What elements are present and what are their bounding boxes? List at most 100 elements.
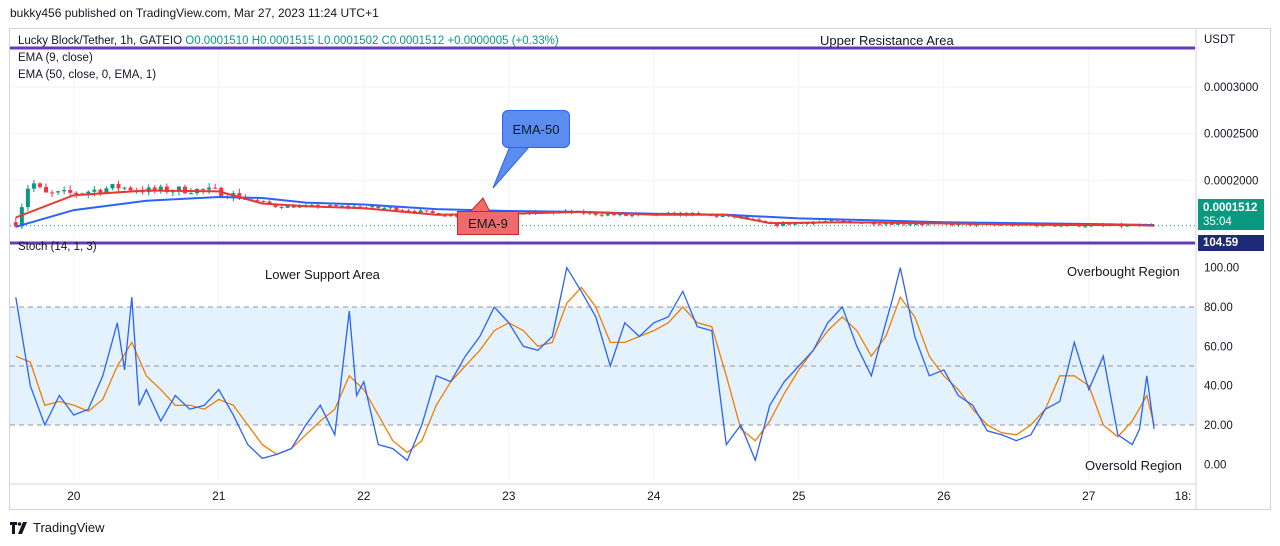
candle	[98, 188, 103, 196]
ema50-callout: EMA-50	[502, 110, 570, 148]
candle-body	[201, 188, 206, 190]
candle-body	[388, 207, 393, 209]
candle	[116, 180, 121, 193]
candle-body	[418, 210, 423, 213]
stoch-tick-label: 100.00	[1204, 263, 1239, 275]
candle-body	[877, 224, 882, 226]
candle-body	[605, 214, 610, 216]
candle	[158, 184, 163, 194]
ema-layer	[15, 145, 1155, 228]
candle	[152, 184, 157, 194]
candle-body	[213, 187, 218, 189]
candle-body	[394, 207, 399, 211]
candle	[164, 183, 169, 194]
level-lines	[10, 46, 1195, 426]
candle	[442, 215, 447, 217]
candle-body	[430, 211, 435, 213]
axis-unit: USDT	[1204, 34, 1236, 46]
candle-body	[25, 188, 30, 208]
candle	[37, 182, 42, 189]
candle-body	[1083, 226, 1088, 228]
candle-body	[92, 189, 97, 192]
oversold-label: Oversold Region	[1085, 458, 1182, 473]
time-tick-label: 24	[647, 489, 661, 503]
candle	[44, 183, 49, 193]
candle	[110, 183, 115, 191]
candle-body	[920, 224, 925, 226]
candle-body	[37, 183, 42, 187]
price-tick-label: 0.0002000	[1204, 175, 1258, 187]
symbol-name: Lucky Block/Tether, 1h, GATEIO	[18, 35, 183, 47]
candle-body	[907, 224, 912, 226]
candle-countdown: 35:04	[1203, 216, 1232, 228]
stoch-legend[interactable]: Stoch (14, 1, 3)	[18, 241, 97, 253]
candle-body	[207, 187, 212, 190]
candle	[213, 183, 218, 190]
ema50-legend[interactable]: EMA (50, close, 0, EMA, 1)	[18, 69, 156, 81]
candle-body	[128, 187, 133, 191]
candle	[630, 214, 635, 218]
last-price: 0.0001512	[1203, 202, 1258, 214]
candle-body	[611, 214, 616, 216]
ema9-line	[15, 189, 1155, 227]
ema9-legend[interactable]: EMA (9, close)	[18, 52, 93, 64]
upper-resistance-label: Upper Resistance Area	[820, 33, 954, 48]
candle-body	[56, 191, 61, 193]
candle-body	[442, 215, 447, 217]
candle-body	[68, 190, 73, 193]
candle-body	[122, 187, 127, 189]
overbought-label: Overbought Region	[1067, 264, 1180, 279]
ohlc-values: O0.0001510 H0.0001515 L0.0001502 C0.0001…	[185, 35, 559, 47]
candle	[56, 190, 61, 196]
time-tick-label: 22	[357, 489, 371, 503]
price-tick-label: 0.0003000	[1204, 82, 1258, 94]
price-tick-label: 0.0002500	[1204, 129, 1258, 141]
symbol-legend: Lucky Block/Tether, 1h, GATEIO O0.000151…	[18, 35, 559, 47]
tradingview-wordmark: TradingView	[33, 520, 105, 535]
time-tick-label: 18:	[1175, 489, 1192, 503]
candle-body	[44, 186, 49, 193]
candle	[31, 179, 36, 192]
candle-body	[334, 205, 339, 207]
candle	[25, 184, 30, 211]
candle	[382, 206, 387, 209]
stoch-tick-label: 20.00	[1204, 420, 1233, 432]
candle-body	[50, 192, 55, 194]
stoch-tick-label: 40.00	[1204, 381, 1233, 393]
ema9-callout-pointer	[468, 197, 491, 213]
candle	[207, 183, 212, 195]
candle-body	[630, 215, 635, 217]
candle	[50, 190, 55, 198]
candle-body	[382, 207, 387, 209]
candle	[279, 205, 284, 210]
stoch-level-tag: 104.59	[1198, 235, 1264, 251]
candle-body	[261, 200, 266, 202]
tradingview-logo[interactable]: TradingView	[10, 520, 105, 535]
candle	[62, 186, 67, 195]
candles-layer	[13, 179, 1154, 230]
candle-body	[110, 184, 115, 189]
candle-body	[424, 210, 429, 212]
time-tick-label: 27	[1082, 489, 1096, 503]
candle-body	[189, 193, 194, 195]
tradingview-logo-icon	[10, 521, 28, 534]
candle-body	[62, 190, 67, 192]
ema9-callout: EMA-9	[457, 211, 519, 235]
time-tick-label: 26	[937, 489, 951, 503]
candle-body	[914, 224, 919, 226]
stoch-tick-label: 60.00	[1204, 341, 1233, 353]
time-tick-label: 23	[502, 489, 516, 503]
candle-body	[31, 183, 36, 189]
candle	[122, 186, 127, 191]
lower-support-label: Lower Support Area	[265, 267, 380, 282]
last-price-tag: 0.0001512 35:04	[1198, 199, 1264, 230]
time-tick-label: 25	[792, 489, 806, 503]
candle-body	[599, 214, 604, 216]
candle-body	[279, 206, 284, 208]
candle-body	[370, 206, 375, 208]
time-tick-label: 20	[67, 489, 81, 503]
candle-body	[116, 184, 121, 189]
time-tick-label: 21	[212, 489, 226, 503]
candle	[182, 184, 187, 194]
candle-body	[182, 186, 187, 194]
